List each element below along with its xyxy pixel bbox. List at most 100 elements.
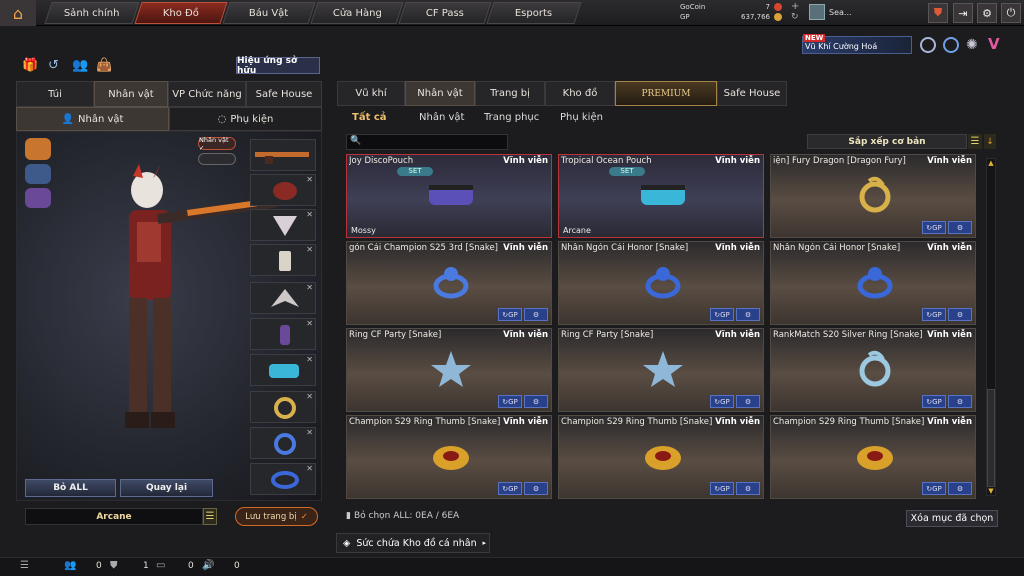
item-settings-button[interactable]: ⚙ xyxy=(736,308,760,321)
item-card[interactable]: Nhẫn Ngón Cái Honor [Snake] Vĩnh viễn ↻GP ⚙ xyxy=(558,241,764,325)
bag-icon[interactable]: 👜 xyxy=(96,58,112,73)
remove-icon[interactable]: ✕ xyxy=(306,428,313,437)
gp-exchange-button[interactable]: ↻GP xyxy=(498,395,522,408)
item-card[interactable]: Ring CF Party [Snake] Vĩnh viễn ↻GP ⚙ xyxy=(558,328,764,412)
left-tab-safehouse[interactable]: Safe House xyxy=(246,81,322,107)
toggle-view-button[interactable] xyxy=(198,153,236,165)
storage-capacity-button[interactable]: ◈ Sức chứa Kho đồ cá nhân ▸ xyxy=(336,533,490,553)
ownership-effect-button[interactable]: Hiệu ứng sở hữu xyxy=(236,56,320,76)
equip-slot-pouch[interactable]: ✕ xyxy=(250,354,316,386)
character-badge[interactable]: Nhân vật ✓ xyxy=(198,136,236,152)
vip-icon[interactable]: V xyxy=(988,35,1000,53)
gp-exchange-button[interactable]: ↻GP xyxy=(498,308,522,321)
right-tab-premium[interactable]: PREMIUM xyxy=(615,81,717,106)
sort-dropdown[interactable]: Sắp xếp cơ bản xyxy=(807,134,967,149)
item-card[interactable]: Nhẫn Ngón Cái Honor [Snake] Vĩnh viễn ↻GP ⚙ xyxy=(770,241,976,325)
equip-slot-item[interactable]: ✕ xyxy=(250,318,316,350)
speaker-icon[interactable]: 🔊 xyxy=(202,560,214,571)
right-tab-character[interactable]: Nhân vật xyxy=(405,81,475,106)
left-tab-bag[interactable]: Túi xyxy=(16,81,94,107)
gift-icon[interactable]: 🎁 xyxy=(22,58,38,73)
gp-exchange-button[interactable]: ↻GP xyxy=(498,482,522,495)
right-tab-safehouse[interactable]: Safe House xyxy=(717,81,787,106)
friends-icon[interactable]: 👥 xyxy=(64,560,76,571)
equip-slot-weapon[interactable] xyxy=(250,139,316,171)
scroll-up-icon[interactable]: ▲ xyxy=(987,159,995,167)
clear-selected-button[interactable]: Xóa mục đã chọn xyxy=(906,510,998,527)
right-tab-equipment[interactable]: Trang bị xyxy=(475,81,545,106)
equip-slot-wings[interactable]: ✕ xyxy=(250,282,316,314)
subtab-character[interactable]: 👤 Nhân vật xyxy=(16,107,169,131)
remove-icon[interactable]: ✕ xyxy=(306,464,313,473)
scroll-thumb[interactable] xyxy=(987,389,995,487)
left-tab-character[interactable]: Nhân vật xyxy=(94,81,168,107)
filter-all[interactable]: Tất cả xyxy=(352,108,387,126)
back-button[interactable]: Quay lại xyxy=(120,479,213,497)
equip-slot-mask[interactable]: ✕ xyxy=(250,209,316,241)
users-icon[interactable]: 👥 xyxy=(72,58,88,73)
nav-tab-treasure[interactable]: Báu Vật xyxy=(222,2,316,24)
item-settings-button[interactable]: ⚙ xyxy=(948,221,972,234)
right-tab-weapons[interactable]: Vũ khí xyxy=(337,81,405,106)
mail-button[interactable]: ⛊ xyxy=(928,3,948,23)
sort-order-icon[interactable]: ↓ xyxy=(984,134,996,149)
filter-character[interactable]: Nhân vật xyxy=(419,108,464,126)
nav-tab-inventory[interactable]: Kho Đồ xyxy=(134,2,228,24)
remove-all-button[interactable]: Bỏ ALL xyxy=(25,479,116,497)
nav-tab-lobby[interactable]: Sảnh chính xyxy=(44,2,140,24)
equip-slot-ring-1[interactable]: ✕ xyxy=(250,391,316,423)
nav-tab-shop[interactable]: Cửa Hàng xyxy=(310,2,404,24)
chat-icon[interactable]: ▭ xyxy=(156,560,165,571)
remove-icon[interactable]: ✕ xyxy=(306,210,313,219)
scrollbar[interactable]: ▲ ▼ xyxy=(986,158,996,496)
item-settings-button[interactable]: ⚙ xyxy=(524,482,548,495)
menu-icon[interactable]: ☰ xyxy=(20,560,29,571)
exit-button[interactable]: ⇥ xyxy=(953,3,973,23)
item-settings-button[interactable]: ⚙ xyxy=(948,482,972,495)
event-icon-1[interactable] xyxy=(920,37,936,53)
promo-banner[interactable]: NEW Vũ Khí Cường Hoá xyxy=(802,34,912,54)
item-settings-button[interactable]: ⚙ xyxy=(736,482,760,495)
list-icon[interactable]: ☰ xyxy=(203,508,217,525)
subtab-accessories[interactable]: ◌ Phụ kiện xyxy=(169,107,322,131)
remove-icon[interactable]: ✕ xyxy=(306,392,313,401)
remove-icon[interactable]: ✕ xyxy=(306,175,313,184)
emote-button-3[interactable] xyxy=(25,188,51,208)
power-button[interactable]: ⏻ xyxy=(1001,3,1021,23)
gp-exchange-button[interactable]: ↻GP xyxy=(710,308,734,321)
item-card[interactable]: Tropical Ocean Pouch Vĩnh viễn SET Arcane xyxy=(558,154,764,238)
gp-exchange-button[interactable]: ↻GP xyxy=(922,308,946,321)
add-currency-icon[interactable]: + xyxy=(791,1,799,12)
emote-button-2[interactable] xyxy=(25,164,51,184)
item-card[interactable]: Ring CF Party [Snake] Vĩnh viễn ↻GP ⚙ xyxy=(346,328,552,412)
item-card[interactable]: RankMatch S20 Silver Ring [Snake] Vĩnh vi… xyxy=(770,328,976,412)
item-settings-button[interactable]: ⚙ xyxy=(736,395,760,408)
gp-exchange-button[interactable]: ↻GP xyxy=(922,395,946,408)
gp-exchange-button[interactable]: ↻GP xyxy=(922,221,946,234)
equip-slot-ring-3[interactable]: ✕ xyxy=(250,463,316,495)
item-card[interactable]: gón Cái Champion S25 3rd [Snake] Vĩnh viễ… xyxy=(346,241,552,325)
remove-icon[interactable]: ✕ xyxy=(306,319,313,328)
item-card[interactable]: Champion S29 Ring Thumb [Snake] Vĩnh viễn… xyxy=(558,415,764,499)
settings-button[interactable]: ⚙ xyxy=(977,3,997,23)
item-card[interactable]: Champion S29 Ring Thumb [Snake] Vĩnh viễn… xyxy=(346,415,552,499)
remove-icon[interactable]: ✕ xyxy=(306,355,313,364)
item-card[interactable]: Joy DiscoPouch Vĩnh viễn SET Mossy xyxy=(346,154,552,238)
gp-exchange-button[interactable]: ↻GP xyxy=(922,482,946,495)
emote-button-1[interactable] xyxy=(25,138,51,160)
item-settings-button[interactable]: ⚙ xyxy=(524,308,548,321)
left-tab-function-items[interactable]: VP Chức năng xyxy=(168,81,246,107)
nav-tab-cfpass[interactable]: CF Pass xyxy=(398,2,492,24)
nav-tab-esports[interactable]: Esports xyxy=(486,2,582,24)
history-icon[interactable]: ↺ xyxy=(48,58,59,73)
gp-exchange-button[interactable]: ↻GP xyxy=(710,482,734,495)
item-card[interactable]: iện] Fury Dragon [Dragon Fury] Vĩnh viễn ↻… xyxy=(770,154,976,238)
item-settings-button[interactable]: ⚙ xyxy=(524,395,548,408)
remove-icon[interactable]: ✕ xyxy=(306,283,313,292)
home-button[interactable]: ⌂ xyxy=(0,0,36,26)
deselect-all[interactable]: ▮ Bỏ chọn ALL: 0EA / 6EA xyxy=(346,511,459,521)
item-settings-button[interactable]: ⚙ xyxy=(948,395,972,408)
search-field[interactable]: 🔍 xyxy=(346,134,508,150)
scroll-down-icon[interactable]: ▼ xyxy=(987,487,995,495)
refresh-icon[interactable]: ↻ xyxy=(791,12,799,22)
